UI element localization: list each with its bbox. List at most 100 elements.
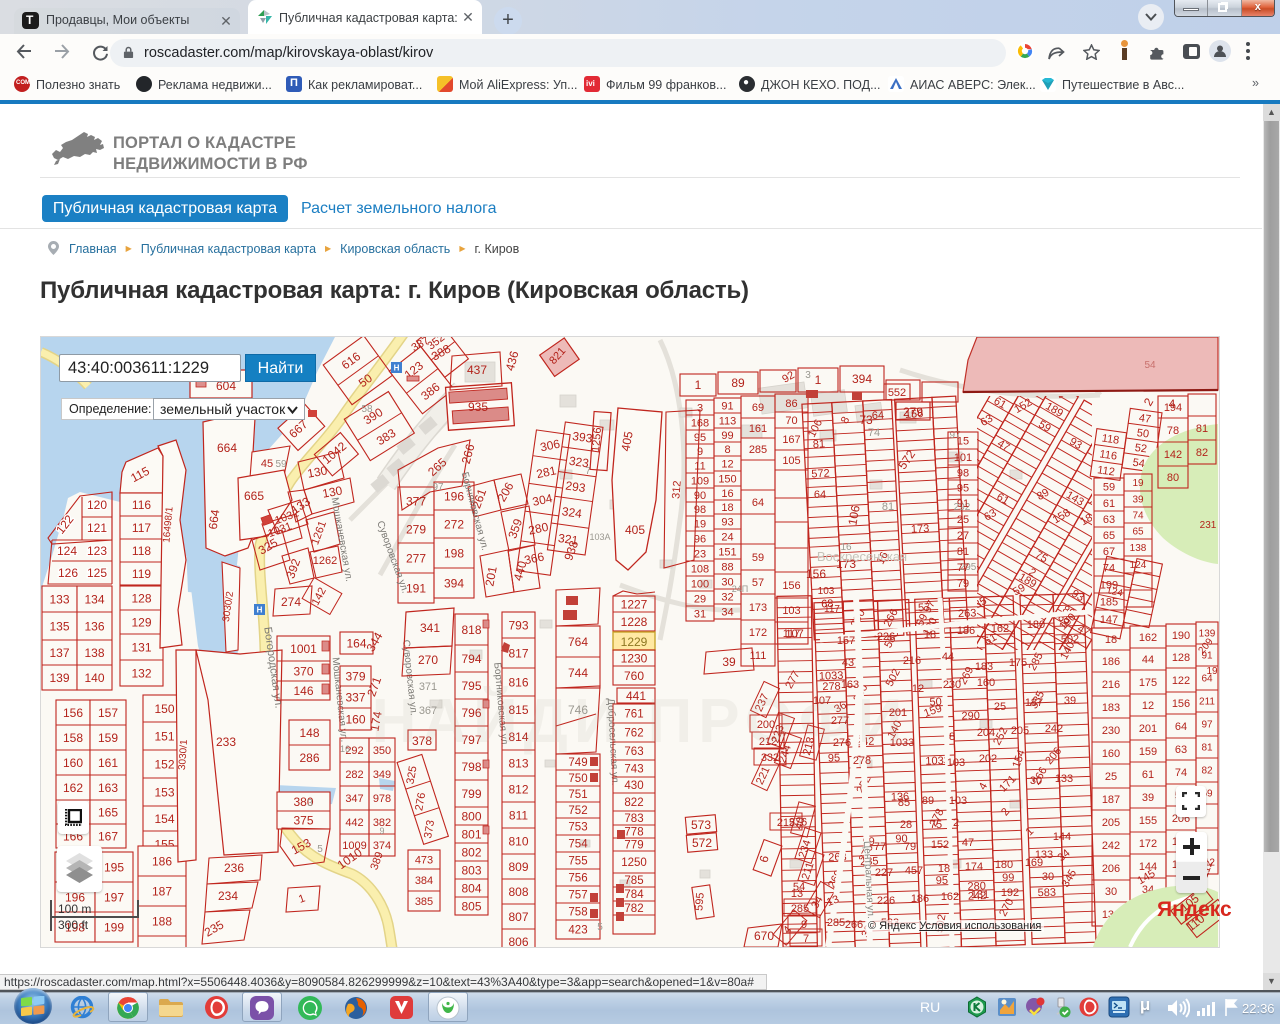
svg-text:34: 34 bbox=[721, 607, 733, 619]
svg-text:167: 167 bbox=[98, 829, 118, 843]
svg-text:Воскресенская: Воскресенская bbox=[817, 549, 907, 564]
svg-text:105: 105 bbox=[782, 455, 800, 467]
svg-text:43: 43 bbox=[842, 657, 854, 669]
svg-text:236: 236 bbox=[224, 861, 244, 875]
svg-text:752: 752 bbox=[568, 805, 587, 817]
svg-text:799: 799 bbox=[461, 787, 481, 801]
svg-text:802: 802 bbox=[461, 845, 481, 859]
svg-text:216: 216 bbox=[1102, 679, 1120, 691]
svg-text:377: 377 bbox=[406, 494, 426, 508]
svg-text:128: 128 bbox=[131, 591, 151, 605]
svg-text:379: 379 bbox=[345, 669, 365, 683]
svg-text:100 m: 100 m bbox=[58, 902, 91, 916]
svg-text:205: 205 bbox=[1011, 725, 1029, 737]
svg-text:160: 160 bbox=[63, 756, 83, 770]
svg-text:784: 784 bbox=[624, 889, 644, 901]
svg-text:743: 743 bbox=[624, 764, 643, 776]
svg-text:97: 97 bbox=[432, 482, 444, 493]
svg-text:204: 204 bbox=[977, 727, 995, 739]
svg-text:159: 159 bbox=[98, 731, 118, 745]
svg-text:172: 172 bbox=[1139, 838, 1157, 850]
svg-text:337: 337 bbox=[345, 690, 365, 704]
svg-text:39: 39 bbox=[722, 655, 736, 669]
svg-text:134: 134 bbox=[84, 592, 104, 606]
svg-text:595: 595 bbox=[693, 892, 707, 911]
svg-text:103: 103 bbox=[949, 795, 967, 807]
svg-text:183: 183 bbox=[975, 661, 993, 673]
svg-text:272: 272 bbox=[444, 517, 464, 531]
svg-text:131: 131 bbox=[131, 640, 151, 654]
svg-text:156: 156 bbox=[782, 580, 800, 592]
svg-text:162: 162 bbox=[941, 891, 959, 903]
svg-text:194: 194 bbox=[1164, 402, 1182, 414]
svg-text:79: 79 bbox=[904, 841, 916, 853]
svg-text:3030/1: 3030/1 bbox=[177, 739, 190, 771]
svg-text:88: 88 bbox=[721, 562, 733, 574]
svg-text:321: 321 bbox=[557, 531, 579, 548]
svg-text:234: 234 bbox=[218, 889, 238, 903]
svg-text:112: 112 bbox=[1097, 464, 1116, 478]
svg-text:25: 25 bbox=[994, 701, 1006, 713]
svg-text:744: 744 bbox=[568, 666, 588, 680]
svg-text:282: 282 bbox=[345, 769, 363, 781]
svg-text:137: 137 bbox=[49, 646, 69, 660]
svg-text:61: 61 bbox=[1103, 498, 1115, 510]
svg-text:384: 384 bbox=[415, 875, 433, 887]
svg-text:279: 279 bbox=[903, 405, 923, 419]
svg-text:810: 810 bbox=[508, 834, 528, 848]
svg-text:5: 5 bbox=[317, 844, 323, 855]
svg-text:65: 65 bbox=[1103, 530, 1115, 542]
svg-text:160: 160 bbox=[345, 712, 365, 726]
svg-text:1001: 1001 bbox=[290, 642, 317, 656]
svg-text:58: 58 bbox=[361, 404, 373, 415]
svg-text:195: 195 bbox=[104, 860, 124, 874]
svg-text:8: 8 bbox=[949, 731, 955, 743]
svg-text:120: 120 bbox=[87, 498, 107, 512]
svg-text:437: 437 bbox=[467, 363, 487, 377]
svg-text:16: 16 bbox=[721, 488, 733, 500]
svg-text:172: 172 bbox=[749, 627, 767, 639]
svg-text:65: 65 bbox=[1132, 527, 1144, 538]
svg-text:664: 664 bbox=[206, 508, 223, 530]
svg-text:98: 98 bbox=[694, 504, 706, 516]
svg-text:227: 227 bbox=[875, 867, 893, 879]
svg-text:347: 347 bbox=[345, 793, 363, 805]
svg-text:3: 3 bbox=[307, 798, 313, 809]
svg-text:95: 95 bbox=[957, 483, 969, 495]
svg-text:128: 128 bbox=[1172, 652, 1190, 664]
svg-text:133: 133 bbox=[49, 592, 69, 606]
svg-text:142: 142 bbox=[1164, 449, 1182, 461]
svg-text:274: 274 bbox=[281, 595, 301, 609]
svg-text:175: 175 bbox=[1139, 677, 1157, 689]
svg-text:779: 779 bbox=[624, 840, 643, 852]
svg-text:18: 18 bbox=[938, 863, 950, 875]
svg-text:118: 118 bbox=[132, 544, 151, 558]
svg-text:11: 11 bbox=[694, 461, 705, 473]
svg-text:312: 312 bbox=[670, 480, 684, 499]
svg-text:1250: 1250 bbox=[621, 857, 647, 869]
svg-text:572: 572 bbox=[692, 836, 712, 850]
svg-text:385: 385 bbox=[415, 896, 433, 908]
svg-text:1228: 1228 bbox=[621, 615, 648, 629]
svg-text:1230: 1230 bbox=[621, 651, 648, 665]
svg-text:430: 430 bbox=[624, 780, 643, 792]
svg-text:370: 370 bbox=[293, 664, 313, 678]
svg-text:755: 755 bbox=[568, 856, 587, 868]
svg-text:74: 74 bbox=[1175, 767, 1187, 779]
svg-text:375: 375 bbox=[293, 813, 313, 827]
svg-text:25: 25 bbox=[957, 514, 969, 526]
svg-text:1: 1 bbox=[695, 378, 702, 392]
svg-text:150: 150 bbox=[718, 474, 736, 486]
svg-text:116: 116 bbox=[132, 498, 151, 512]
svg-text:935: 935 bbox=[468, 400, 488, 414]
svg-text:57: 57 bbox=[752, 577, 764, 589]
svg-text:2: 2 bbox=[953, 817, 959, 829]
svg-text:79: 79 bbox=[957, 578, 969, 590]
svg-text:665: 665 bbox=[244, 489, 264, 503]
svg-text:751: 751 bbox=[568, 789, 587, 801]
svg-text:159: 159 bbox=[1139, 746, 1157, 758]
svg-text:95: 95 bbox=[694, 432, 706, 444]
svg-text:188: 188 bbox=[152, 914, 172, 928]
svg-text:80: 80 bbox=[1167, 472, 1179, 484]
svg-text:807: 807 bbox=[508, 910, 528, 924]
